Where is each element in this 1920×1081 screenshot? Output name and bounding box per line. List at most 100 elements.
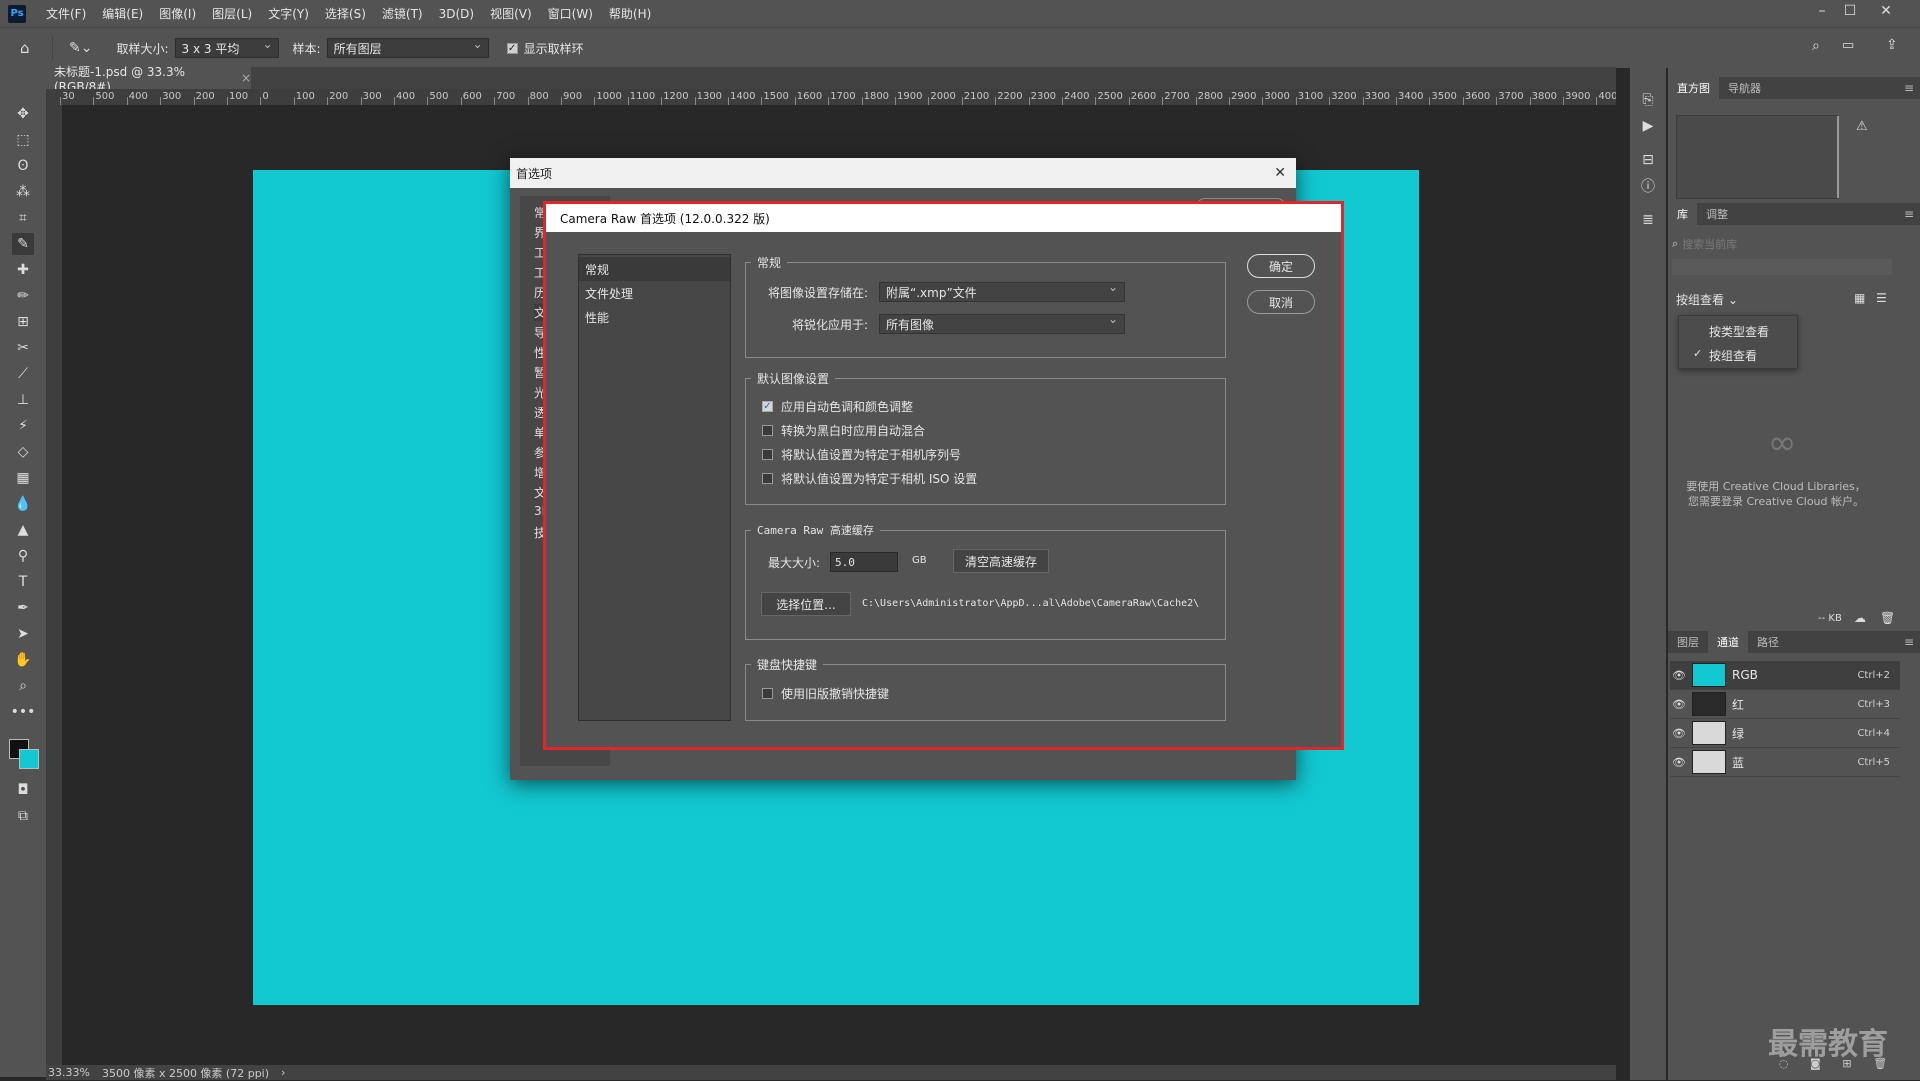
move-tool-icon[interactable]: ✥ [12, 103, 34, 125]
document-tab[interactable]: 未标题-1.psd @ 33.3%(RGB/8#) × [46, 65, 251, 94]
magic-wand-tool-icon[interactable]: ⁂ [12, 181, 34, 203]
maximize-icon[interactable]: ☐ [1836, 0, 1864, 22]
visibility-eye-icon[interactable]: 👁 [1670, 756, 1688, 769]
sample-size-select[interactable]: 3 x 3 平均 [174, 37, 279, 58]
screen-mode-icon[interactable]: ⧉ [12, 805, 34, 827]
close-icon[interactable]: ✕ [1274, 165, 1286, 181]
zoom-level[interactable]: 33.33% [48, 1066, 90, 1079]
select-location-button[interactable]: 选择位置... [761, 592, 851, 616]
view-by-dropdown[interactable]: 按组查看 ⌄ [1676, 291, 1738, 308]
channel-row-blue[interactable]: 👁 蓝 Ctrl+5 [1670, 748, 1900, 777]
zoom-tool-icon[interactable]: ⌕ [12, 675, 34, 697]
eyedropper-tool-icon[interactable]: ✎ [12, 233, 34, 255]
menu-3d[interactable]: 3D(D) [431, 7, 482, 21]
stamp-tool-icon[interactable]: ⊥ [12, 389, 34, 411]
legacy-undo-checkbox[interactable] [762, 688, 773, 699]
eraser-tool-icon[interactable]: ◇ [12, 441, 34, 463]
camera-serial-checkbox[interactable] [762, 449, 773, 460]
quick-mask-icon[interactable]: ◘ [12, 779, 34, 801]
grid-view-icon[interactable]: ▦ [1854, 291, 1865, 305]
sample-select[interactable]: 所有图层 [326, 37, 489, 58]
crop-tool-icon[interactable]: ⌗ [12, 207, 34, 229]
paint-brush-tool-icon[interactable]: ⟋ [12, 363, 34, 385]
search-icon[interactable]: ⌕ [1812, 38, 1820, 54]
camera-serial-row[interactable]: 将默认值设置为特定于相机序列号 [762, 446, 961, 463]
properties-panel-icon[interactable]: ⊟ [1637, 149, 1659, 171]
gradient-tool-icon[interactable]: ▦ [12, 467, 34, 489]
tab-adjustments[interactable]: 调整 [1697, 203, 1737, 225]
character-panel-icon[interactable]: ≣ [1637, 209, 1659, 231]
hand-tool-icon[interactable]: ✋ [12, 649, 34, 671]
panel-menu-icon[interactable]: ≡ [1904, 635, 1914, 649]
info-panel-icon[interactable]: ⓘ [1637, 175, 1659, 197]
visibility-eye-icon[interactable]: 👁 [1670, 669, 1688, 682]
workspace-icon[interactable]: ▭ [1842, 38, 1854, 53]
show-ring-checkbox[interactable]: ✓ [506, 42, 518, 54]
close-tab-icon[interactable]: × [241, 71, 251, 85]
dodge-tool-icon[interactable]: ⚲ [12, 545, 34, 567]
marquee-tool-icon[interactable]: ⬚ [12, 129, 34, 151]
visibility-eye-icon[interactable]: 👁 [1670, 727, 1688, 740]
menu-window[interactable]: 窗口(W) [540, 5, 601, 22]
cancel-button[interactable]: 取消 [1247, 290, 1315, 314]
lasso-tool-icon[interactable]: ʘ [12, 155, 34, 177]
path-selection-tool-icon[interactable]: ➤ [12, 623, 34, 645]
sharpen-select[interactable]: 所有图像 [879, 312, 1125, 334]
menu-layer[interactable]: 图层(L) [204, 5, 260, 22]
menu-type[interactable]: 文字(Y) [260, 5, 317, 22]
home-icon[interactable]: ⌂ [20, 39, 42, 57]
type-tool-icon[interactable]: T [12, 571, 34, 593]
art-history-tool-icon[interactable]: ⚡ [12, 415, 34, 437]
tab-libraries[interactable]: 库 [1668, 203, 1697, 225]
pen-tool-icon[interactable]: ✒ [12, 597, 34, 619]
history-brush-tool-icon[interactable]: ✂ [12, 337, 34, 359]
channel-row-red[interactable]: 👁 红 Ctrl+3 [1670, 690, 1900, 719]
max-size-input[interactable]: 5.0 [830, 552, 898, 572]
channel-row-green[interactable]: 👁 绿 Ctrl+4 [1670, 719, 1900, 748]
menu-select[interactable]: 选择(S) [317, 5, 374, 22]
list-view-icon[interactable]: ☰ [1876, 291, 1887, 305]
view-by-group-option[interactable]: 按组查看 [1709, 347, 1757, 364]
warning-icon[interactable]: ⚠ [1856, 119, 1868, 134]
ok-button[interactable]: 确定 [1247, 254, 1315, 278]
nav-item-general[interactable]: 常规 [579, 257, 730, 281]
trash-icon[interactable]: 🗑 [1880, 611, 1895, 625]
menu-view[interactable]: 视图(V) [482, 5, 540, 22]
clone-stamp-tool-icon[interactable]: ⊞ [12, 311, 34, 333]
library-search[interactable]: ⌕ 搜索当前库 [1672, 235, 1910, 253]
brush-tool-icon[interactable]: ✏ [12, 285, 34, 307]
legacy-undo-row[interactable]: 使用旧版撤销快捷键 [762, 685, 889, 702]
status-menu-arrow[interactable]: › [281, 1066, 285, 1079]
camera-iso-row[interactable]: 将默认值设置为特定于相机 ISO 设置 [762, 470, 977, 487]
share-icon[interactable]: ⇪ [1886, 37, 1898, 53]
panel-menu-icon[interactable]: ≡ [1904, 81, 1914, 95]
minimize-icon[interactable]: – [1808, 0, 1836, 22]
more-tools-icon[interactable]: ••• [11, 701, 36, 723]
tab-histogram[interactable]: 直方图 [1668, 77, 1719, 99]
view-by-type-option[interactable]: 按类型查看 [1709, 323, 1769, 340]
camera-iso-checkbox[interactable] [762, 473, 773, 484]
auto-tone-row[interactable]: ✓ 应用自动色调和颜色调整 [762, 398, 913, 415]
close-window-icon[interactable]: ✕ [1872, 0, 1900, 22]
panel-menu-icon[interactable]: ≡ [1904, 207, 1914, 221]
library-select[interactable] [1672, 259, 1892, 275]
eyedropper-preset-icon[interactable]: ✎⌄ [69, 40, 92, 56]
blur-tool-icon[interactable]: 💧 [12, 493, 34, 515]
sharpen-tool-icon[interactable]: ▲ [12, 519, 34, 541]
visibility-eye-icon[interactable]: 👁 [1670, 698, 1688, 711]
actions-panel-icon[interactable]: ▶ [1637, 115, 1659, 137]
auto-tone-checkbox[interactable]: ✓ [762, 401, 773, 412]
auto-mix-checkbox[interactable] [762, 425, 773, 436]
history-panel-icon[interactable]: ⎘ [1637, 89, 1659, 111]
menu-filter[interactable]: 滤镜(T) [374, 5, 431, 22]
menu-image[interactable]: 图像(I) [151, 5, 204, 22]
cloud-sync-icon[interactable]: ☁ [1854, 611, 1866, 625]
tab-layers[interactable]: 图层 [1668, 631, 1708, 653]
purge-cache-button[interactable]: 清空高速缓存 [953, 549, 1049, 573]
background-color-swatch[interactable] [19, 749, 39, 769]
tab-paths[interactable]: 路径 [1748, 631, 1788, 653]
tab-navigator[interactable]: 导航器 [1719, 77, 1770, 99]
auto-mix-row[interactable]: 转换为黑白时应用自动混合 [762, 422, 925, 439]
nav-item-performance[interactable]: 性能 [579, 305, 730, 329]
nav-item-file-handling[interactable]: 文件处理 [579, 281, 730, 305]
